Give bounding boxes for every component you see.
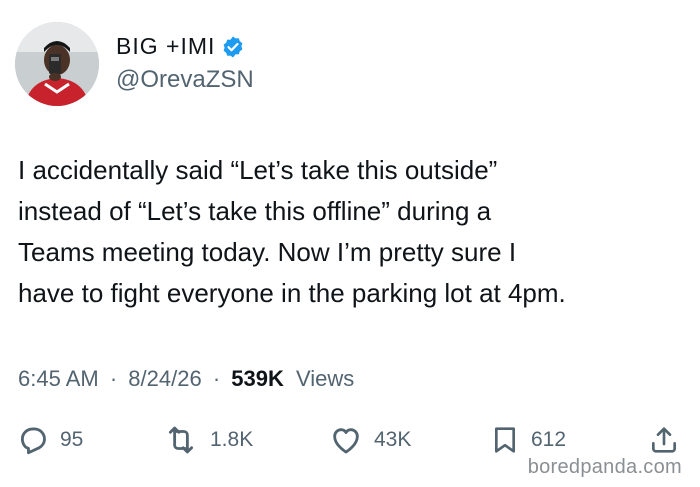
reply-icon — [20, 427, 46, 455]
action-bar: 95 1.8K 43K 612 — [0, 420, 700, 460]
watermark: boredpanda.com — [527, 456, 682, 478]
bookmark-button[interactable]: 612 — [489, 420, 566, 460]
tweet-card: BIG +IMI @OrevaZSN I accidentally said “… — [0, 0, 700, 487]
tweet-text-line: have to fight everyone in the parking lo… — [18, 278, 566, 308]
tweet-text-line: I accidentally said “Let’s take this out… — [18, 155, 498, 185]
bookmark-count: 612 — [531, 428, 567, 451]
tweet-time[interactable]: 6:45 AM — [18, 366, 99, 391]
views-label: Views — [296, 366, 355, 391]
tweet-text-line: Teams meeting today. Now I’m pretty sure… — [18, 237, 517, 267]
repost-icon — [168, 426, 194, 454]
like-count: 43K — [374, 428, 412, 451]
reply-button[interactable]: 95 — [16, 420, 83, 460]
meta-separator: · — [212, 366, 221, 391]
tweet-text-line: instead of “Let’s take this offline” dur… — [18, 196, 492, 226]
views-count: 539K — [231, 366, 284, 391]
bookmark-icon — [495, 427, 515, 453]
reply-count: 95 — [60, 428, 84, 451]
verified-badge-icon — [221, 35, 245, 59]
tweet-meta: 6:45 AM · 8/24/26 · 539K Views — [18, 366, 354, 392]
share-button[interactable] — [648, 420, 680, 460]
tweet-date[interactable]: 8/24/26 — [128, 366, 201, 391]
repost-button[interactable]: 1.8K — [162, 420, 253, 460]
repost-count: 1.8K — [210, 428, 254, 451]
display-name-text: BIG +IMI — [116, 33, 216, 59]
meta-separator: · — [109, 366, 118, 391]
avatar[interactable] — [15, 22, 99, 106]
user-handle[interactable]: @OrevaZSN — [116, 66, 254, 94]
display-name[interactable]: BIG +IMI — [116, 33, 245, 60]
heart-icon — [333, 428, 359, 454]
like-button[interactable]: 43K — [328, 420, 411, 460]
tweet-text: I accidentally said “Let’s take this out… — [18, 150, 688, 314]
avatar-image — [15, 22, 99, 106]
share-icon — [652, 427, 676, 453]
